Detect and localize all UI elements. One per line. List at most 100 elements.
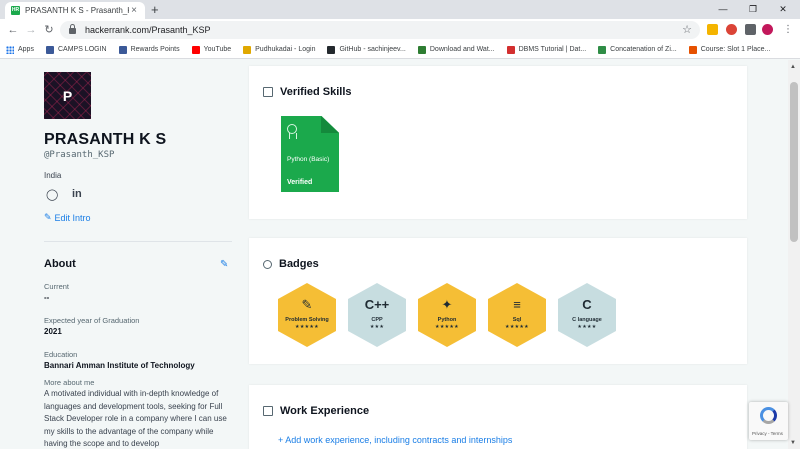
- badges-heading: Badges: [263, 258, 319, 270]
- recaptcha-text: Privacy - Terms: [752, 431, 783, 436]
- geeks-icon: [598, 45, 607, 54]
- current-value: --: [44, 293, 50, 302]
- bookmark-item[interactable]: YouTube: [191, 45, 232, 54]
- edit-about-pencil-icon[interactable]: ✎: [220, 259, 228, 270]
- minimize-icon[interactable]: —: [708, 0, 738, 19]
- badge-stars: ★★★★★: [505, 324, 529, 330]
- page-scrollbar[interactable]: ▲ ▼: [788, 60, 800, 449]
- linkedin-icon[interactable]: in: [72, 188, 82, 200]
- extension-icon-2[interactable]: [726, 24, 737, 35]
- bookmark-label: Concatenation of Zi...: [610, 46, 677, 53]
- badge-stars: ★★★: [369, 324, 385, 330]
- bookmark-item[interactable]: Rewards Points: [118, 45, 180, 54]
- profile-page: P PRASANTH K S @Prasanth_KSP India ◯ in …: [0, 60, 788, 449]
- badge-symbol-icon: ✎: [301, 297, 313, 312]
- bookmark-item[interactable]: Concatenation of Zi...: [598, 45, 677, 54]
- bookmark-item[interactable]: GitHub - sachinjeev...: [327, 45, 406, 54]
- scroll-up-icon[interactable]: ▲: [790, 64, 796, 70]
- about-title: About: [44, 258, 76, 270]
- download-icon: [417, 45, 426, 54]
- hackerrank-favicon-icon: HR: [11, 6, 20, 15]
- profile-handle: @Prasanth_KSP: [44, 150, 115, 160]
- bookmark-item[interactable]: Apps: [6, 45, 34, 54]
- apps-grid-icon: [6, 45, 14, 54]
- badges-card: Badges ✎ Problem Solving ★★★★★ C++ CPP ★★★ ✦ Py…: [249, 238, 747, 364]
- youtube-icon: [191, 45, 200, 54]
- course-icon: [688, 45, 697, 54]
- recaptcha-logo-icon: [760, 407, 777, 424]
- graduation-value: 2021: [44, 327, 62, 336]
- about-bio: A motivated individual with in-depth kno…: [44, 389, 227, 448]
- bookmark-label: YouTube: [203, 46, 232, 53]
- work-experience-heading: Work Experience: [263, 405, 369, 417]
- new-tab-icon[interactable]: +: [151, 2, 159, 17]
- reload-icon[interactable]: ↻: [41, 22, 57, 38]
- badge-stars: ★★★★★: [295, 324, 319, 330]
- profile-country: India: [44, 171, 62, 180]
- extensions-puzzle-icon[interactable]: [745, 24, 756, 35]
- bookmark-item[interactable]: DBMS Tutorial | Dat...: [506, 45, 587, 54]
- browser-menu-icon[interactable]: ⋮: [780, 22, 796, 38]
- bookmark-label: Apps: [18, 46, 34, 53]
- camps-icon: [45, 45, 54, 54]
- work-experience-card: Work Experience + Add work experience, i…: [249, 385, 747, 449]
- scroll-down-icon[interactable]: ▼: [790, 440, 796, 446]
- back-icon[interactable]: ←: [5, 22, 21, 38]
- dbms-icon: [506, 45, 515, 54]
- badge-stars: ★★★★: [577, 324, 597, 330]
- education-label: Education: [44, 350, 78, 359]
- address-bar[interactable]: hackerrank.com/Prasanth_KSP ☆: [60, 21, 700, 39]
- restore-icon[interactable]: ❐: [738, 0, 768, 19]
- bookmark-label: Course: Slot 1 Place...: [700, 46, 771, 53]
- edit-intro-link[interactable]: ✎ Edit Intro: [44, 212, 91, 223]
- badge-c-language[interactable]: C C language ★★★★: [558, 283, 616, 347]
- scrollbar-thumb[interactable]: [790, 82, 798, 242]
- briefcase-icon: [263, 406, 273, 416]
- work-experience-title: Work Experience: [280, 405, 370, 417]
- bookmark-item[interactable]: Pudhukadai - Login: [243, 45, 315, 54]
- graduation-label: Expected year of Graduation: [44, 316, 140, 325]
- url-text: hackerrank.com/Prasanth_KSP: [85, 25, 211, 35]
- bookmark-label: DBMS Tutorial | Dat...: [518, 46, 587, 53]
- verified-skills-heading: Verified Skills: [263, 86, 352, 98]
- bookmark-item[interactable]: CAMPS LOGIN: [45, 45, 107, 54]
- window-close-icon[interactable]: ✕: [768, 0, 798, 19]
- profile-avatar-icon[interactable]: [762, 24, 773, 35]
- profile-name: PRASANTH K S: [44, 131, 167, 148]
- document-icon: [263, 87, 273, 97]
- recaptcha-badge[interactable]: Privacy - Terms: [749, 402, 788, 440]
- badge-name: CPP: [371, 317, 383, 323]
- badge-name: Python: [437, 317, 457, 323]
- verified-skills-card: Verified Skills Python (Basic) Verified: [249, 66, 747, 219]
- education-value: Bannari Amman Institute of Technology: [44, 361, 195, 370]
- badge-python[interactable]: ✦ Python ★★★★★: [418, 283, 476, 347]
- bookmark-label: Rewards Points: [130, 46, 180, 53]
- more-about-label: More about me: [44, 378, 95, 387]
- edit-intro-label: Edit Intro: [54, 212, 91, 223]
- bookmark-item[interactable]: Download and Wat...: [417, 45, 495, 54]
- badge-cpp[interactable]: C++ CPP ★★★: [348, 283, 406, 347]
- browser-tab[interactable]: HR PRASANTH K S - Prasanth_KSP | H ×: [5, 2, 145, 19]
- badge-name: Sql: [512, 317, 522, 323]
- add-work-experience-link[interactable]: + Add work experience, including contrac…: [278, 435, 512, 445]
- badges-title: Badges: [279, 258, 319, 270]
- certificate-skill: Python (Basic): [287, 156, 330, 163]
- pencil-icon: ✎: [44, 212, 52, 222]
- lock-icon: [69, 24, 76, 34]
- badge-name: C language: [572, 317, 602, 323]
- certificate-status: Verified: [287, 179, 313, 186]
- bookmark-star-icon[interactable]: ☆: [682, 23, 692, 36]
- badge-sql[interactable]: ≡ Sql ★★★★★: [488, 283, 546, 347]
- bookmarks-bar: Apps CAMPS LOGIN Rewards Points YouTube Pudh…: [0, 41, 800, 59]
- extension-icon-1[interactable]: [707, 24, 718, 35]
- bookmark-item[interactable]: Course: Slot 1 Place...: [688, 45, 771, 54]
- bookmark-label: Download and Wat...: [429, 46, 495, 53]
- github-icon: [327, 45, 336, 54]
- verified-skills-title: Verified Skills: [280, 86, 352, 98]
- forward-icon[interactable]: →: [23, 22, 39, 38]
- tab-close-icon[interactable]: ×: [129, 5, 139, 16]
- github-icon[interactable]: ◯: [46, 188, 58, 201]
- award-ribbon-icon: [287, 124, 297, 139]
- badge-stars: ★★★★★: [435, 324, 459, 330]
- badge-problem-solving[interactable]: ✎ Problem Solving ★★★★★: [278, 283, 336, 347]
